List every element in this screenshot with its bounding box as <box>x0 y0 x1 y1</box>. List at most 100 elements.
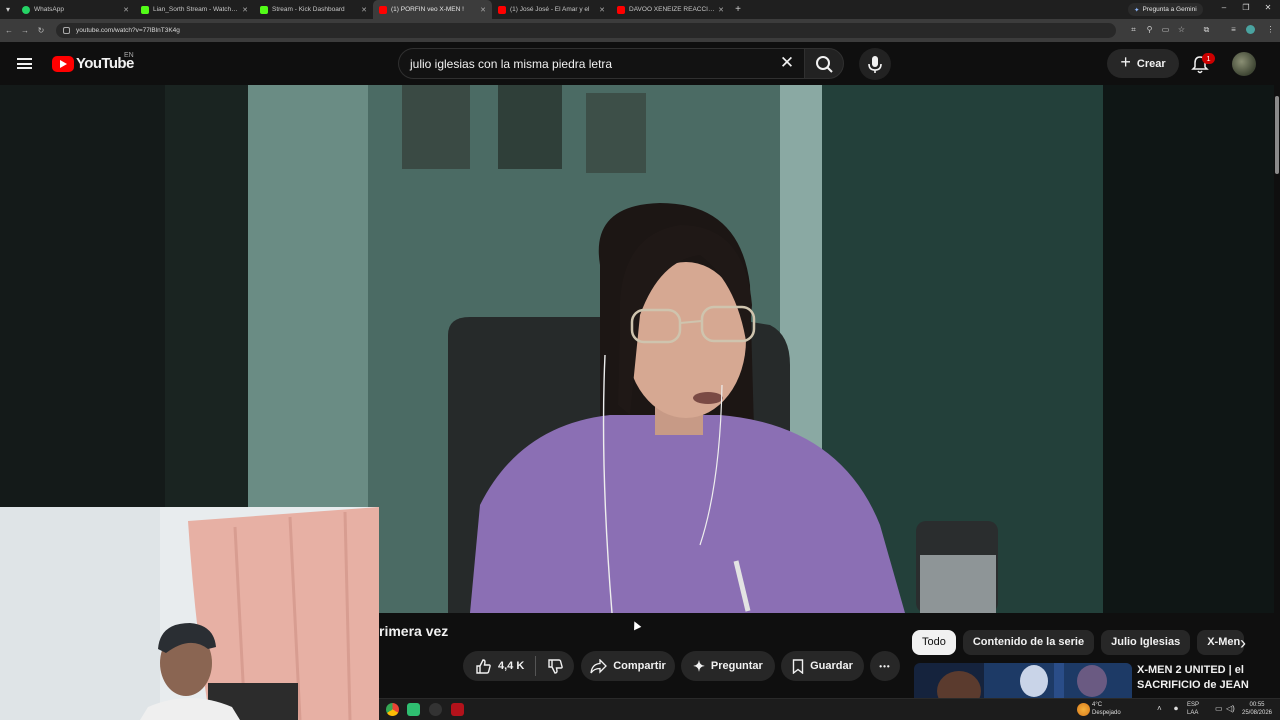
sparkle-icon: ✦ <box>693 657 705 674</box>
extensions-icon[interactable]: ⧉ <box>1202 25 1211 34</box>
tab-youtube-active[interactable]: (1) PORFIN veo X-MEN ! ✕ <box>373 0 492 19</box>
create-button[interactable]: + Crear <box>1107 49 1179 78</box>
volume-icon[interactable]: ◁) <box>1226 705 1235 713</box>
dislike-button[interactable] <box>536 651 574 681</box>
youtube-logo[interactable]: YouTube <box>52 55 134 72</box>
recommendation-thumbnail[interactable] <box>914 663 1132 699</box>
obs-icon[interactable] <box>429 703 442 716</box>
ask-label: Preguntar <box>710 660 763 672</box>
forward-icon[interactable]: → <box>18 26 32 35</box>
weather-temp: 4°C <box>1092 702 1103 708</box>
mouse-cursor <box>630 619 642 631</box>
app-green-icon[interactable] <box>407 703 420 716</box>
youtube-masthead: YouTube EN julio iglesias con la misma p… <box>0 42 1280 85</box>
share-button[interactable]: Compartir <box>581 651 675 681</box>
tab-kick-stream[interactable]: Lian_Sorth Stream - Watch Liv ✕ <box>135 0 254 19</box>
reload-icon[interactable]: ↻ <box>34 26 48 35</box>
cast-icon[interactable]: ▭ <box>1161 25 1170 34</box>
plus-icon: + <box>1120 52 1131 72</box>
close-tab-icon[interactable]: ✕ <box>599 6 605 14</box>
share-icon <box>590 658 608 674</box>
like-button[interactable]: 4,4 K <box>463 651 535 681</box>
webcam-overlay <box>0 507 379 720</box>
tab-youtube-jose-jose[interactable]: (1) José José - El Amar y el ✕ <box>492 0 611 19</box>
account-avatar[interactable] <box>1232 52 1256 76</box>
chip-series-content[interactable]: Contenido de la serie <box>962 630 1095 655</box>
tab-title: WhatsApp <box>34 6 64 13</box>
chrome-icon[interactable] <box>386 703 399 716</box>
clock-time[interactable]: 00:55 <box>1239 702 1275 709</box>
microphone-icon <box>868 56 882 73</box>
new-tab-button[interactable]: + <box>730 4 746 15</box>
minimize-icon[interactable]: – <box>1218 3 1230 12</box>
clock-date[interactable]: 25/08/2026 <box>1239 710 1275 717</box>
recommendation-title[interactable]: X-MEN 2 UNITED | el SACRIFICIO de JEAN <box>1137 663 1265 693</box>
clear-search-icon[interactable]: ✕ <box>778 54 796 72</box>
browser-toolbar: ← → ↻ youtube.com/watch?v=77lBlnT3K4g <box>0 19 1280 42</box>
thumbs-down-icon <box>547 658 563 674</box>
chip-all[interactable]: Todo <box>912 630 956 655</box>
search-icon <box>816 56 833 73</box>
tab-search-dropdown-icon[interactable]: ▾ <box>0 0 16 19</box>
os-taskbar: 4°C Despejado ˄ ⏺ ESP LAA ▭ ◁) 00:55 25/… <box>379 698 1280 720</box>
close-tab-icon[interactable]: ✕ <box>242 6 248 14</box>
close-tab-icon[interactable]: ✕ <box>361 6 367 14</box>
ask-button[interactable]: ✦ Preguntar <box>681 651 775 681</box>
weather-desc: Despejado <box>1092 710 1121 716</box>
youtube-icon <box>498 5 506 14</box>
restore-icon[interactable]: ❐ <box>1240 3 1252 12</box>
lang-bottom[interactable]: LAA <box>1187 710 1198 717</box>
more-actions-button[interactable]: ••• <box>870 651 900 681</box>
site-info-icon[interactable] <box>63 27 70 34</box>
tab-title: (1) José José - El Amar y el <box>510 6 590 13</box>
lang-top[interactable]: ESP <box>1187 702 1199 709</box>
weather-icon <box>1077 703 1090 716</box>
url-text: youtube.com/watch?v=77lBlnT3K4g <box>76 27 180 34</box>
address-bar[interactable]: youtube.com/watch?v=77lBlnT3K4g <box>56 23 1116 38</box>
gemini-button[interactable]: ✦ Pregunta a Gemini <box>1128 3 1203 16</box>
save-button[interactable]: Guardar <box>781 651 864 681</box>
page-scrollbar[interactable] <box>1274 85 1280 697</box>
create-label: Crear <box>1136 57 1166 70</box>
tab-whatsapp[interactable]: WhatsApp ✕ <box>16 0 135 19</box>
bookmark-star-icon[interactable]: ☆ <box>1177 25 1186 34</box>
screen: ▾ WhatsApp ✕ Lian_Sorth Stream - Watch L… <box>0 0 1280 720</box>
tab-kick-dashboard[interactable]: Stream - Kick Dashboard ✕ <box>254 0 373 19</box>
profile-avatar-icon[interactable] <box>1246 25 1255 34</box>
browser-tab-strip: ▾ WhatsApp ✕ Lian_Sorth Stream - Watch L… <box>0 0 1280 19</box>
voice-search-button[interactable] <box>859 48 891 80</box>
menu-icon[interactable] <box>17 58 32 69</box>
youtube-icon <box>617 5 625 14</box>
microphone-tray-icon[interactable]: ⏺ <box>1174 705 1178 713</box>
kick-icon <box>260 5 268 14</box>
search-input[interactable]: julio iglesias con la misma piedra letra <box>398 48 804 79</box>
more-icon: ••• <box>879 661 891 671</box>
show-hidden-icons[interactable]: ˄ <box>1157 705 1162 713</box>
chip-julio-iglesias[interactable]: Julio Iglesias <box>1101 630 1191 655</box>
search-button[interactable] <box>804 48 844 79</box>
youtube-play-icon <box>52 55 74 72</box>
chevron-right-icon[interactable]: › <box>1232 632 1254 654</box>
like-dislike-group: 4,4 K <box>463 651 574 681</box>
close-tab-icon[interactable]: ✕ <box>718 6 724 14</box>
tab-title: Stream - Kick Dashboard <box>272 6 345 13</box>
close-tab-icon[interactable]: ✕ <box>123 6 129 14</box>
back-icon[interactable]: ← <box>2 26 16 35</box>
notification-badge: 1 <box>1202 53 1215 64</box>
close-tab-icon[interactable]: ✕ <box>480 6 486 14</box>
video-title: rimera vez <box>379 623 449 639</box>
zoom-icon[interactable]: ⚲ <box>1145 25 1154 34</box>
network-icon[interactable]: ▭ <box>1215 705 1223 713</box>
reading-list-icon[interactable]: ≡ <box>1229 25 1238 34</box>
youtube-icon <box>379 5 387 14</box>
tab-youtube-davoo[interactable]: DAVOO XENEIZE REACCIONA A ✕ <box>611 0 730 19</box>
share-label: Compartir <box>613 660 666 672</box>
app-red-icon[interactable] <box>451 703 464 716</box>
scrollbar-thumb[interactable] <box>1275 96 1279 174</box>
tab-title: DAVOO XENEIZE REACCIONA A <box>629 6 715 13</box>
translate-icon[interactable]: ⌗ <box>1129 25 1138 34</box>
related-filter-chips: Todo Contenido de la serie Julio Iglesia… <box>912 630 1245 655</box>
browser-menu-icon[interactable]: ⋮ <box>1266 25 1275 34</box>
close-window-icon[interactable]: ✕ <box>1262 3 1274 12</box>
thumbs-up-icon <box>476 658 491 674</box>
